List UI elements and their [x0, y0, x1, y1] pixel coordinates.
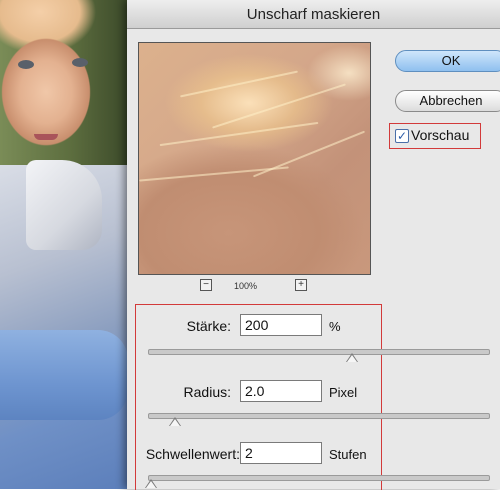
photo-arm [0, 330, 128, 420]
plus-icon: + [298, 279, 304, 290]
photo-mouth [34, 134, 58, 140]
radius-slider-thumb[interactable] [169, 417, 182, 426]
radius-input[interactable] [240, 380, 322, 402]
amount-unit: % [329, 319, 341, 334]
amount-label: Stärke: [186, 318, 231, 334]
hair-strand [139, 166, 289, 182]
photo-collar [26, 160, 102, 250]
preview-checkbox[interactable]: ✓ [395, 129, 409, 143]
photo-eye-right [72, 58, 88, 67]
radius-slider-track[interactable] [148, 413, 490, 419]
threshold-slider-thumb[interactable] [145, 479, 158, 488]
dialog-title: Unscharf maskieren [246, 6, 381, 23]
hair-strand [180, 70, 298, 98]
threshold-slider-track[interactable] [148, 475, 490, 481]
ok-button[interactable]: OK [395, 50, 500, 72]
threshold-input[interactable] [240, 442, 322, 464]
hair-strand [159, 121, 319, 147]
zoom-controls: − 100% + [200, 279, 320, 293]
parameters-panel: Stärke: % Radius: Pixel Schwellenwert: S… [135, 304, 490, 490]
minus-icon: − [203, 279, 209, 290]
amount-slider-thumb[interactable] [346, 353, 358, 362]
title-bar[interactable]: Unscharf maskieren [127, 0, 500, 29]
threshold-unit: Stufen [329, 447, 367, 462]
radius-unit: Pixel [329, 385, 358, 400]
unsharp-mask-dialog: Unscharf maskieren − 100% + OK Abbrechen… [127, 0, 500, 490]
zoom-out-button[interactable]: − [200, 279, 212, 291]
hair-strand [252, 130, 366, 178]
preview-checkbox-label[interactable]: Vorschau [411, 127, 469, 143]
photo-eye-left [18, 60, 34, 69]
zoom-in-button[interactable]: + [295, 279, 307, 291]
amount-input[interactable] [240, 314, 322, 336]
radius-label: Radius: [183, 384, 231, 400]
preview-checkbox-group: ✓ Vorschau [389, 123, 481, 149]
preview-pane[interactable] [138, 42, 371, 275]
hair-strand [212, 83, 346, 129]
cancel-button[interactable]: Abbrechen [395, 90, 500, 112]
amount-slider-track[interactable] [148, 349, 490, 355]
threshold-label: Schwellenwert: [145, 446, 240, 462]
background-photo [0, 0, 128, 489]
zoom-level: 100% [234, 281, 258, 291]
